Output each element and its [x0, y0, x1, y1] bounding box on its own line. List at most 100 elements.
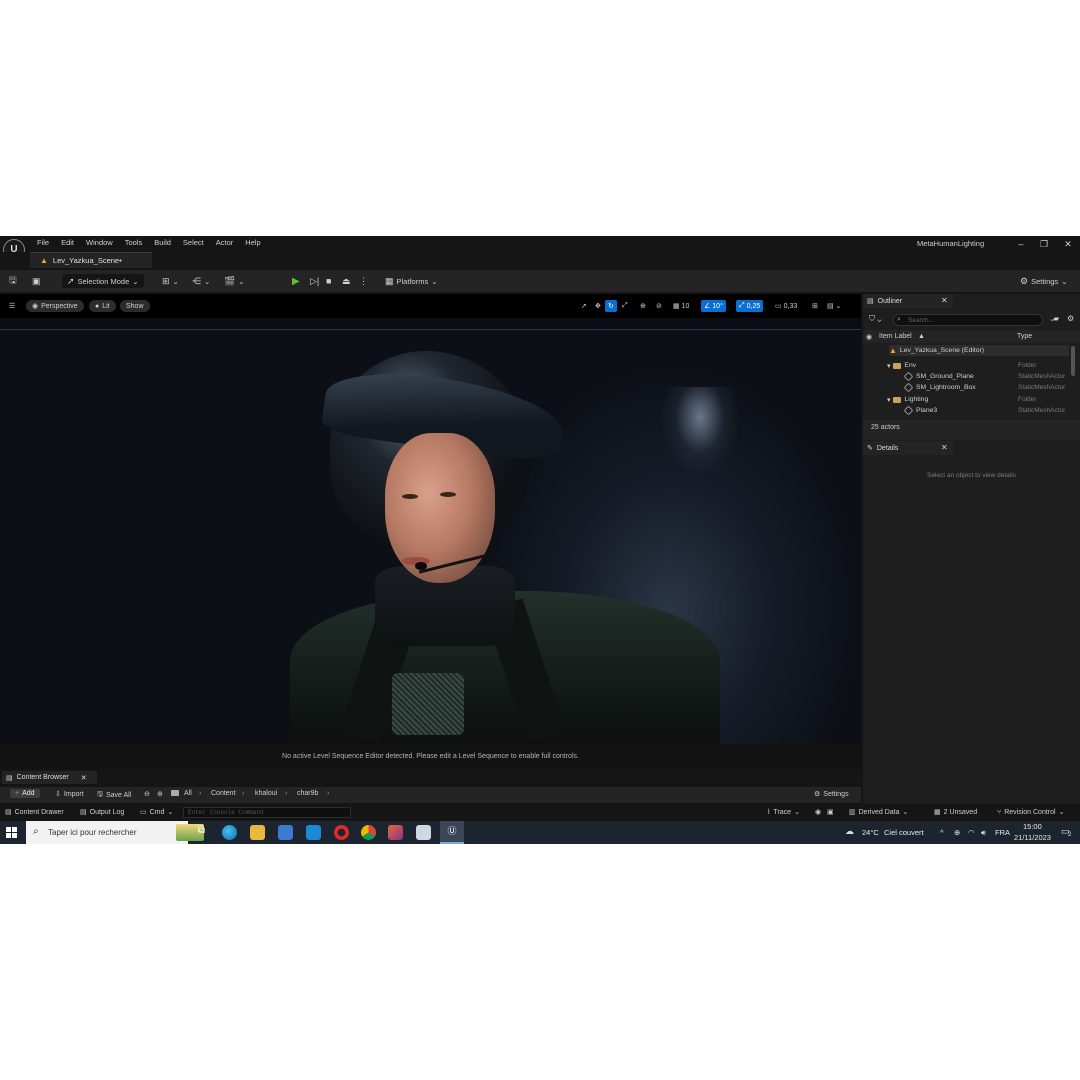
outliner-scrollbar[interactable] [1071, 346, 1075, 376]
metahuman-character[interactable] [290, 351, 720, 744]
visibility-eye-icon[interactable]: ◉ [866, 333, 872, 341]
edge-icon[interactable] [222, 825, 237, 840]
volume-icon[interactable]: 🔊︎ [981, 828, 986, 838]
perspective-button[interactable]: ◉ Perspective [26, 300, 84, 312]
content-browser-tab[interactable]: ▤ Content Browser ✕ [2, 771, 97, 784]
layout-icon[interactable]: ⊞ [809, 300, 821, 312]
breadcrumb-char9b[interactable]: char9b [297, 790, 318, 797]
console-command-input[interactable]: Enter Console Command [183, 807, 351, 818]
hamburger-menu-icon[interactable]: ☰ [6, 300, 18, 312]
opera-icon[interactable] [334, 825, 349, 840]
cinematics-button[interactable]: 🎬 ⌄ [224, 274, 245, 288]
new-folder-icon[interactable]: ▰ [1053, 314, 1059, 323]
breadcrumb-all[interactable]: All [184, 790, 192, 797]
breadcrumb-content[interactable]: Content [211, 790, 236, 797]
play-icon[interactable]: ▶ [292, 274, 300, 288]
screenshot-icon[interactable]: ▣ [827, 808, 834, 816]
revision-control-button[interactable]: ⑂ Revision Control ⌄ [997, 808, 1064, 817]
menu-build[interactable]: Build [154, 238, 171, 247]
col-type[interactable]: Type [1017, 333, 1032, 340]
close-icon[interactable]: ✕ [1059, 238, 1077, 250]
select-tool-icon[interactable]: ➚ [578, 300, 590, 312]
outliner-row[interactable]: SM_Lightroom_Box StaticMeshActor [863, 382, 1073, 393]
content-drawer-button[interactable]: ▤ Content Drawer [5, 808, 64, 817]
show-button[interactable]: Show [120, 300, 150, 312]
outliner-row[interactable]: ▲ Lev_Yazkua_Scene (Editor) [889, 345, 1069, 356]
menu-edit[interactable]: Edit [61, 238, 74, 247]
details-close-icon[interactable]: ✕ [941, 443, 948, 452]
scale-tool-icon[interactable]: ⤢ [619, 300, 631, 312]
menu-tools[interactable]: Tools [125, 238, 143, 247]
outliner-row[interactable]: ▾ Lighting Folder [863, 394, 1073, 405]
app-icon[interactable] [388, 825, 403, 840]
trace-button[interactable]: ⌇ Trace ⌄ [767, 808, 800, 817]
derived-data-button[interactable]: ▥ Derived Data ⌄ [849, 808, 908, 817]
viewport-layout-icon[interactable]: ▤ ⌄ [824, 300, 844, 312]
scale-snap-button[interactable]: ⤢ 0,25 [736, 300, 764, 312]
record-icon[interactable]: ◉ [815, 808, 821, 816]
restore-icon[interactable]: ❐ [1035, 238, 1053, 250]
step-icon[interactable]: ▷| [310, 274, 319, 288]
lit-button[interactable]: ● Lit [89, 300, 116, 312]
task-view-icon[interactable]: ⧉ [194, 825, 209, 840]
mail-icon[interactable] [306, 825, 321, 840]
import-button[interactable]: ⇩ Import [55, 790, 84, 799]
chevron-up-icon[interactable]: ^ [940, 828, 944, 837]
play-options-icon[interactable]: ⋮ [359, 274, 368, 288]
file-explorer-icon[interactable] [250, 825, 265, 840]
store-icon[interactable] [278, 825, 293, 840]
save-all-button[interactable]: 🖫 Save All [97, 790, 131, 801]
history-back-icon[interactable]: ⊖ [144, 790, 150, 798]
minimize-icon[interactable]: – [1012, 238, 1030, 250]
content-browser-settings-button[interactable]: ⚙ Settings [814, 790, 849, 799]
windows-start-icon[interactable] [6, 827, 17, 838]
breadcrumb-khaloui[interactable]: khaloui [255, 790, 277, 797]
unreal-taskbar-icon[interactable]: Ⓤ [440, 821, 464, 844]
history-forward-icon[interactable]: ⊕ [157, 790, 163, 798]
world-space-icon[interactable]: ⊕ [637, 300, 649, 312]
add-actor-button[interactable]: ⊞ ⌄ [162, 274, 179, 288]
blueprint-button[interactable]: ⋲ ⌄ [192, 274, 210, 288]
menu-select[interactable]: Select [183, 238, 204, 247]
rotate-tool-icon[interactable]: ↻ [605, 300, 617, 312]
gear-icon[interactable]: ⚙ [1067, 314, 1074, 323]
filter-icon[interactable]: ⛉ ⌄ [869, 314, 882, 324]
menu-file[interactable]: File [37, 238, 49, 247]
selection-mode-button[interactable]: ➚ Selection Mode ⌄ [62, 274, 144, 288]
weather-description[interactable]: Ciel couvert [884, 828, 924, 837]
surface-snap-icon[interactable]: ⊘ [653, 300, 665, 312]
chrome-icon[interactable] [361, 825, 376, 840]
outliner-search-input[interactable]: ⌕ Search... [893, 314, 1043, 326]
unsaved-button[interactable]: ▦ 2 Unsaved [934, 808, 977, 817]
weather-temperature[interactable]: 24°C [862, 828, 879, 837]
settings-button[interactable]: ⚙ Settings ⌄ [1020, 274, 1067, 288]
add-button[interactable]: + Add [10, 789, 40, 798]
wifi-icon[interactable]: ◠ [968, 828, 975, 837]
menu-window[interactable]: Window [86, 238, 113, 247]
outliner-row[interactable]: Plane3 StaticMeshActor [863, 405, 1073, 416]
network-icon[interactable]: ⊕ [954, 828, 960, 837]
folder-icon[interactable] [171, 790, 182, 796]
level-viewport[interactable]: ☰ ◉ Perspective ● Lit Show ➚ ✥ ↻ ⤢ ⊕ ⊘ ▦… [0, 294, 861, 769]
app-window-icon[interactable] [416, 825, 431, 840]
outliner-close-icon[interactable]: ✕ [941, 296, 948, 305]
cmd-button[interactable]: ▭ Cmd ⌄ [140, 808, 173, 817]
outliner-tab[interactable]: ▤ Outliner [863, 294, 953, 308]
translate-tool-icon[interactable]: ✥ [592, 300, 604, 312]
taskbar-search-input[interactable]: ⌕ Taper ici pour rechercher [26, 821, 204, 844]
outliner-row[interactable]: ▾ Env Folder [863, 360, 1073, 371]
save-icon[interactable]: 🖫 [9, 274, 17, 288]
details-tab[interactable]: ✎ Details [863, 441, 953, 455]
output-log-button[interactable]: ▤ Output Log [80, 808, 124, 817]
content-icon[interactable]: ▣ [32, 274, 41, 288]
col-item-label[interactable]: Item Label [879, 333, 912, 340]
menu-help[interactable]: Help [245, 238, 260, 247]
viewport-scene[interactable] [0, 329, 861, 744]
rotation-snap-button[interactable]: ∠ 10° [701, 300, 726, 312]
outliner-row[interactable]: SM_Ground_Plane StaticMeshActor [863, 371, 1073, 382]
eject-icon[interactable]: ⏏ [342, 274, 351, 288]
level-tab[interactable]: ▲ Lev_Yazkua_Scene• [30, 252, 152, 268]
menu-actor[interactable]: Actor [216, 238, 234, 247]
platforms-button[interactable]: ▦ Platforms ⌄ [385, 274, 438, 288]
grid-snap-button[interactable]: ▦ 10 [670, 300, 692, 312]
